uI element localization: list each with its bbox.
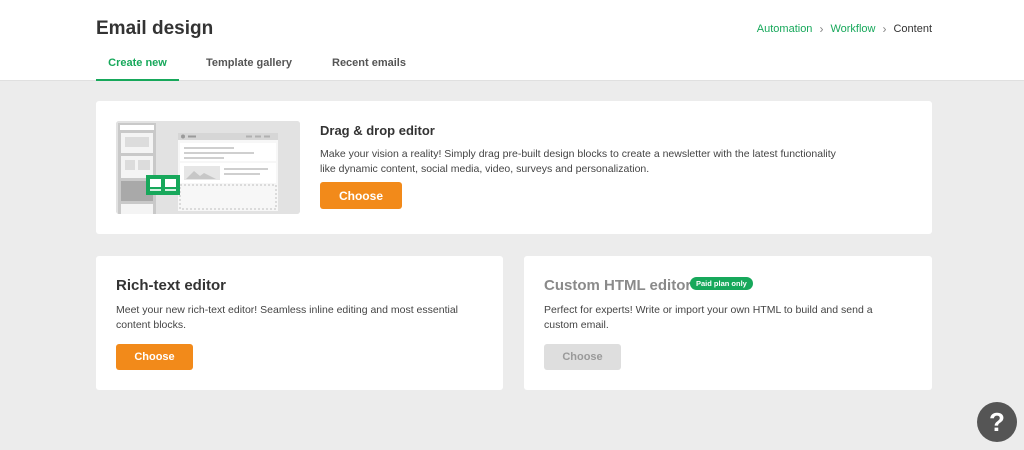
tab-create-new[interactable]: Create new [96,48,179,81]
breadcrumb: Automation › Workflow › Content [757,22,932,36]
rich-text-editor-title: Rich-text editor [116,277,227,294]
custom-html-editor-title: Custom HTML editor [544,277,692,294]
rich-text-choose-button[interactable]: Choose [116,344,193,370]
custom-html-editor-description: Perfect for experts! Write or import you… [544,304,873,331]
help-button[interactable]: ? [977,402,1017,442]
page-title: Email design [96,18,214,39]
editor-mockup-icon [116,121,300,214]
breadcrumb-content: Content [893,23,932,35]
breadcrumb-automation[interactable]: Automation [757,23,813,35]
drag-drop-editor-card: Drag & drop editor Make your vision a re… [96,101,932,234]
custom-html-choose-button: Choose [544,344,621,370]
tab-recent-emails[interactable]: Recent emails [332,48,406,81]
tab-bar: Create new Template gallery Recent email… [96,48,406,81]
paid-plan-badge: Paid plan only [690,277,753,290]
tab-template-gallery[interactable]: Template gallery [206,48,292,81]
drag-drop-choose-button[interactable]: Choose [320,182,402,209]
breadcrumb-workflow[interactable]: Workflow [830,23,875,35]
chevron-right-icon: › [819,22,824,36]
page-header: Email design Automation › Workflow › Con… [0,0,1024,81]
chevron-right-icon: › [882,22,887,36]
drag-drop-preview-illustration [116,121,300,214]
custom-html-editor-card: Custom HTML editor Paid plan only Perfec… [524,256,932,390]
drag-drop-editor-description: Make your vision a reality! Simply drag … [320,148,836,175]
rich-text-editor-description: Meet your new rich-text editor! Seamless… [116,304,458,331]
rich-text-editor-card: Rich-text editor Meet your new rich-text… [96,256,503,390]
drag-drop-editor-title: Drag & drop editor [320,123,435,138]
